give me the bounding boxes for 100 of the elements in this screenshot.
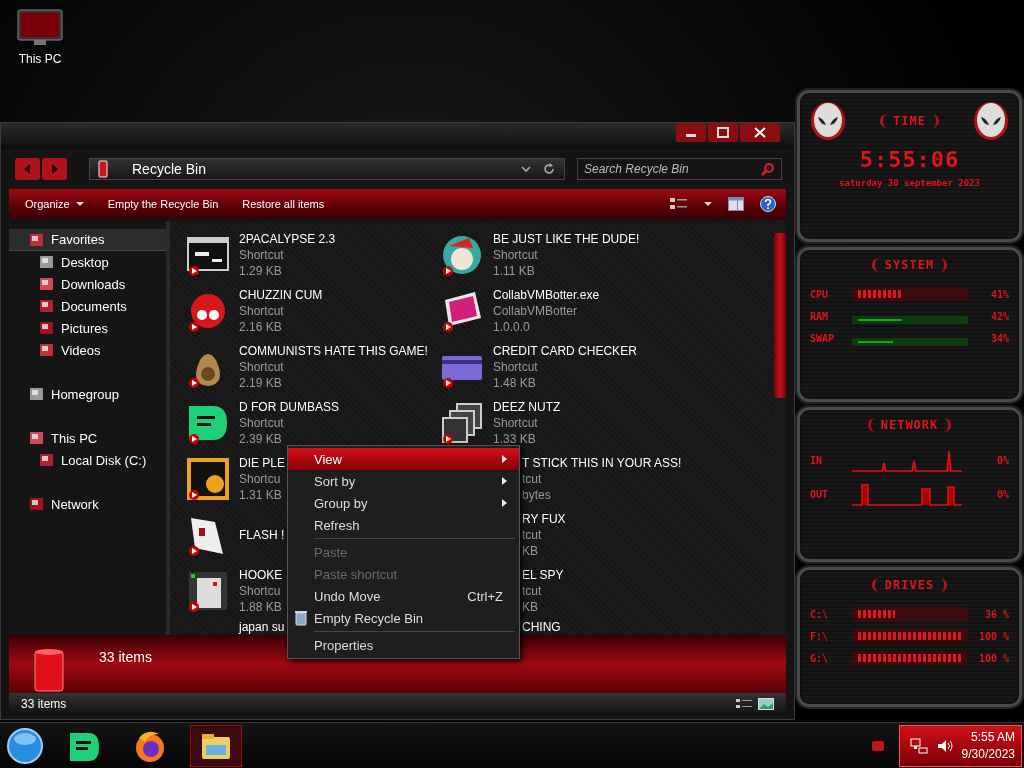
sidebar-item[interactable]: Documents: [9, 295, 166, 317]
item-count: 33 items: [99, 649, 152, 665]
file-size: 2.16 KB: [239, 319, 283, 335]
menu-item[interactable]: View: [288, 448, 519, 470]
file-name[interactable]: CHUZZIN CUM: [239, 287, 323, 303]
file-size: 1.88 KB: [239, 599, 283, 615]
recycle-bin-icon: [33, 647, 65, 693]
stat-label: F:\: [810, 630, 830, 642]
sidebar-item[interactable]: Downloads: [9, 273, 166, 295]
tray-icon[interactable]: [870, 738, 885, 753]
file-type: Shortcut: [493, 247, 539, 263]
file-name[interactable]: RY FUX: [522, 511, 566, 527]
toolbar-button[interactable]: Restore all items: [234, 194, 333, 214]
sidebar-item[interactable]: Local Disk (C:): [9, 449, 166, 471]
stat-value: 100 %: [977, 630, 1009, 642]
sidebar-item[interactable]: Videos: [9, 339, 166, 361]
clock-time: 5:55:06: [858, 147, 961, 172]
file-name[interactable]: 2PACALYPSE 2.3: [239, 231, 336, 247]
toolbar-button[interactable]: Empty the Recycle Bin: [99, 194, 227, 214]
file-name[interactable]: CollabVMBotter.exe: [493, 287, 600, 303]
address-bar[interactable]: Recycle Bin: [89, 158, 565, 180]
dropdown-button[interactable]: Organize: [17, 194, 92, 214]
scrollbar-thumb[interactable]: [774, 233, 786, 398]
start-button[interactable]: [6, 726, 44, 765]
widget-title: TIME: [880, 114, 939, 128]
file-type: Shortcut: [239, 247, 285, 263]
taskbar-button[interactable]: [190, 724, 242, 767]
back-forward-buttons[interactable]: [15, 158, 67, 180]
details-view-icon[interactable]: [736, 698, 752, 710]
sidebar-item[interactable]: Favorites: [9, 229, 166, 251]
menu-item[interactable]: Properties: [288, 634, 519, 656]
file-size: 1.11 KB: [493, 263, 536, 279]
address-text: Recycle Bin: [132, 161, 206, 177]
sidebar-item[interactable]: This PC: [9, 427, 166, 449]
file-name[interactable]: COMMUNISTS HATE THIS GAME!: [239, 343, 428, 359]
sidebar-item[interactable]: Pictures: [9, 317, 166, 339]
file-name[interactable]: EL SPY: [522, 567, 564, 583]
minimize-button[interactable]: [676, 123, 706, 142]
sidebar-item[interactable]: Desktop: [9, 251, 166, 273]
sidebar-item[interactable]: Homegroup: [9, 383, 166, 405]
menu-item[interactable]: Empty Recycle Bin: [288, 607, 519, 629]
file-type: tcut: [522, 583, 543, 599]
file-name[interactable]: FLASH !: [239, 527, 285, 543]
recycle-bin-icon: [98, 160, 108, 178]
view-options-icon[interactable]: [670, 197, 688, 211]
stat-label: G:\: [810, 652, 830, 664]
file-name[interactable]: DIE PLE: [239, 455, 286, 471]
large-icons-view-icon[interactable]: [758, 698, 774, 710]
menu-item[interactable]: Group by: [288, 492, 519, 514]
submenu-arrow-icon: [499, 454, 509, 464]
chevron-down-icon[interactable]: [520, 163, 532, 175]
clock[interactable]: 5:55 AM 9/30/2023: [961, 728, 1015, 763]
monitor-icon[interactable]: [16, 8, 64, 48]
icon-label[interactable]: This PC: [18, 52, 62, 66]
file-type: Shortcut: [239, 303, 285, 319]
file-type: tcut: [522, 527, 543, 543]
scrollbar[interactable]: [774, 221, 786, 635]
stat-value: 41%: [989, 288, 1009, 300]
menu-item[interactable]: Sort by: [288, 470, 519, 492]
stat-value: 34%: [989, 332, 1009, 344]
sidebar-item[interactable]: Network: [9, 493, 166, 515]
file-size: 2.39 KB: [239, 431, 283, 447]
stat-label: IN: [810, 454, 824, 466]
file-type: Shortcut: [239, 359, 285, 375]
file-name[interactable]: japan su: [239, 619, 285, 635]
maximize-button[interactable]: [708, 123, 738, 142]
file-name[interactable]: DEEZ NUTZ: [493, 399, 561, 415]
help-icon[interactable]: [760, 196, 776, 212]
file-type: Shortcu: [239, 583, 282, 599]
stat-label: SWAP: [810, 332, 836, 344]
app-icon[interactable]: [439, 400, 485, 446]
file-size: KB: [522, 599, 539, 615]
caret-icon[interactable]: [704, 201, 712, 207]
stat-value: 36 %: [983, 608, 1009, 620]
file-size: bytes: [522, 487, 552, 503]
stat-label: C:\: [810, 608, 830, 620]
file-name[interactable]: CHING: [522, 619, 561, 635]
file-name[interactable]: D FOR DUMBASS: [239, 399, 339, 415]
file-name[interactable]: HOOKE: [239, 567, 283, 583]
file-type: Shortcut: [493, 415, 539, 431]
item-count: 33 items: [21, 697, 67, 711]
alien-head-icon: [810, 101, 846, 141]
preview-pane-icon[interactable]: [728, 197, 744, 211]
stat-value: 0%: [995, 454, 1009, 466]
file-name[interactable]: T STICK THIS IN YOUR ASS!: [522, 455, 682, 471]
menu-item[interactable]: Undo Move Ctrl+Z: [288, 585, 519, 607]
close-button[interactable]: [740, 123, 780, 142]
app-icon[interactable]: [185, 456, 231, 502]
stat-value: 100 %: [977, 652, 1009, 664]
file-size: 1.31 KB: [239, 487, 283, 503]
shortcut-text: Ctrl+Z: [467, 588, 503, 604]
file-name[interactable]: BE JUST LIKE THE DUDE!: [493, 231, 640, 247]
alien-head-icon: [973, 101, 1009, 141]
file-name[interactable]: CREDIT CARD CHECKER: [493, 343, 637, 359]
refresh-icon[interactable]: [542, 162, 556, 176]
search-field[interactable]: Search Recycle Bin: [577, 158, 782, 180]
search-icon[interactable]: [761, 162, 775, 176]
menu-item[interactable]: Refresh: [288, 514, 519, 536]
network-icon[interactable]: [909, 737, 928, 754]
widget-title: SYSTEM: [871, 258, 948, 272]
